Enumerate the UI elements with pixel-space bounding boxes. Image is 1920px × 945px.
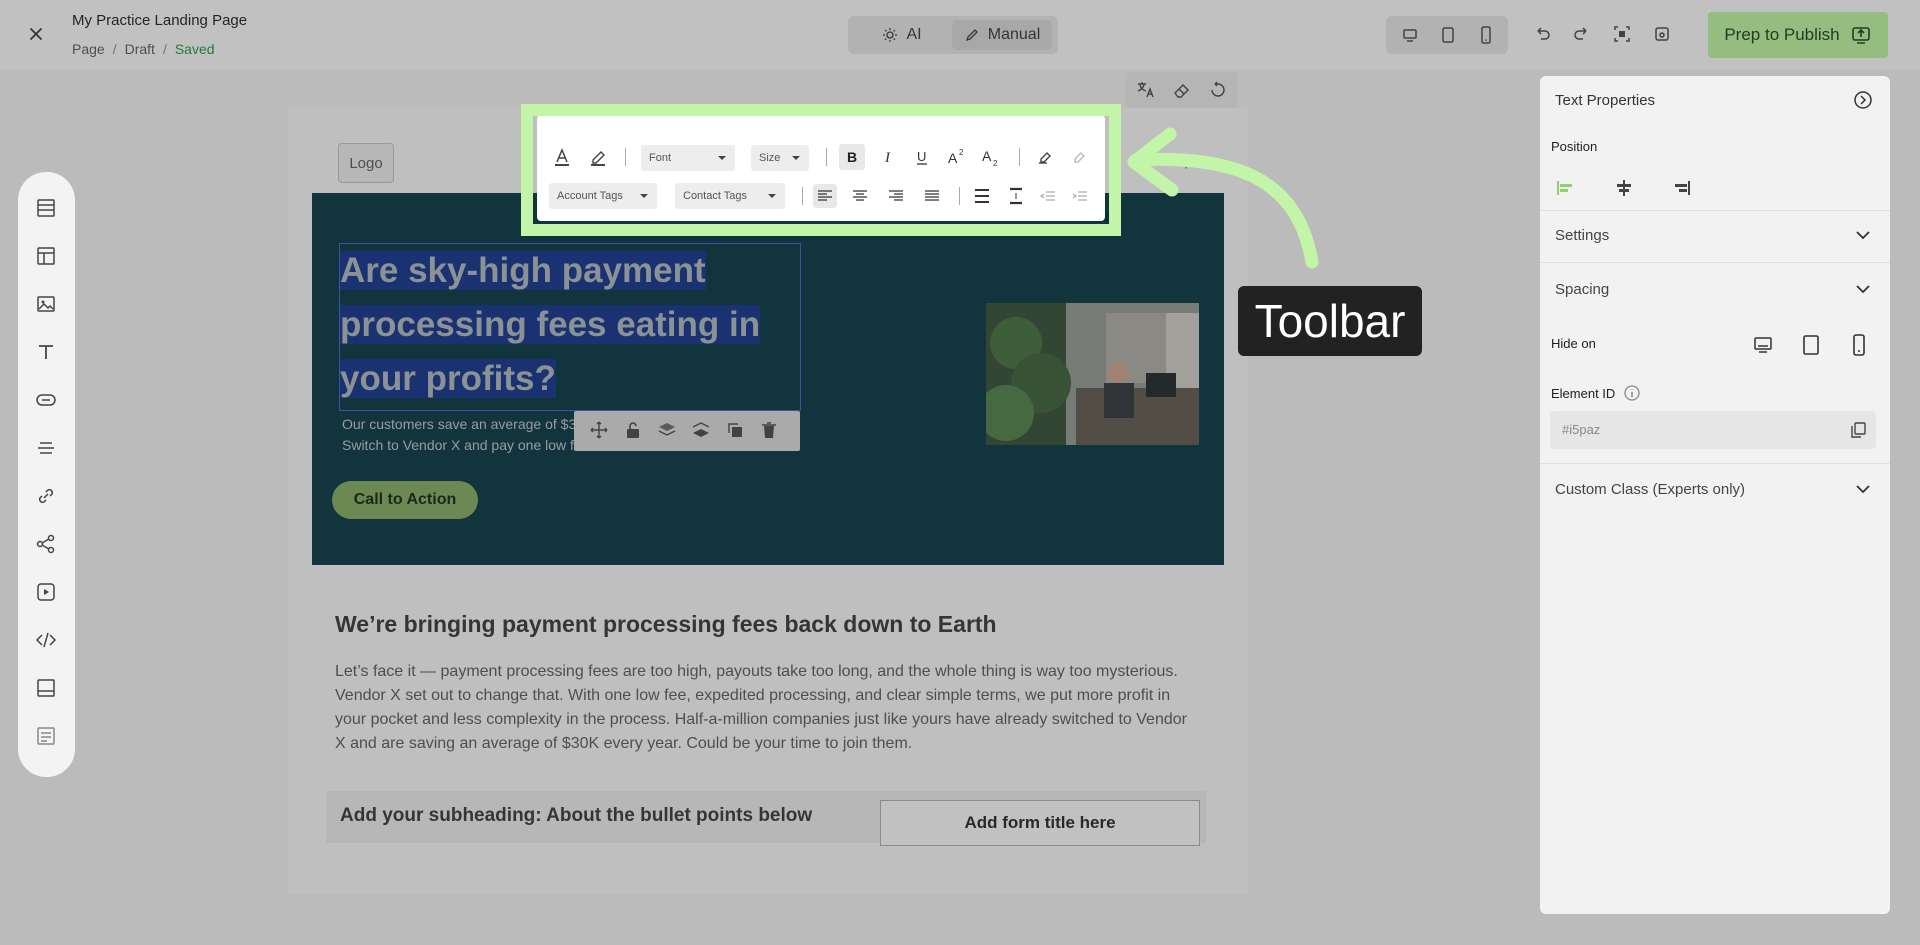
sections-icon[interactable] <box>34 196 58 220</box>
image-icon[interactable] <box>34 292 58 316</box>
annotation-arrow <box>1118 120 1338 280</box>
form-icon[interactable] <box>34 724 58 748</box>
element-id-value: #i5paz <box>1562 422 1601 437</box>
custom-class-label: Custom Class (Experts only) <box>1555 481 1746 498</box>
chevron-down-icon[interactable] <box>1852 278 1874 300</box>
hide-mobile-icon[interactable] <box>1846 332 1872 358</box>
align-center-icon[interactable] <box>1612 176 1636 200</box>
divider-icon[interactable] <box>34 436 58 460</box>
video-icon[interactable] <box>34 580 58 604</box>
button-icon[interactable] <box>34 388 58 412</box>
hide-desktop-icon[interactable] <box>1750 332 1776 358</box>
chevron-down-icon[interactable] <box>1852 224 1874 246</box>
text-icon[interactable] <box>34 340 58 364</box>
panel-title: Text Properties <box>1555 92 1656 109</box>
align-right-icon[interactable] <box>1670 176 1694 200</box>
info-icon[interactable] <box>1623 384 1641 402</box>
element-id-label: Element ID <box>1551 386 1616 401</box>
element-sidebar <box>18 172 75 777</box>
position-label: Position <box>1551 139 1598 154</box>
footer-icon[interactable] <box>34 676 58 700</box>
social-share-icon[interactable] <box>34 532 58 556</box>
code-icon[interactable] <box>34 628 58 652</box>
align-left-icon[interactable] <box>1553 176 1577 200</box>
collapse-panel-icon[interactable] <box>1852 89 1874 111</box>
toolbar-callout: Toolbar <box>1238 286 1422 356</box>
link-icon[interactable] <box>34 484 58 508</box>
settings-label: Settings <box>1555 227 1610 244</box>
hide-on-label: Hide on <box>1551 336 1596 351</box>
hide-tablet-icon[interactable] <box>1798 332 1824 358</box>
copy-icon[interactable] <box>1848 420 1868 440</box>
spacing-label: Spacing <box>1555 281 1610 298</box>
layout-icon[interactable] <box>34 244 58 268</box>
toolbar-highlight-frame <box>521 104 1121 236</box>
chevron-down-icon[interactable] <box>1852 478 1874 500</box>
